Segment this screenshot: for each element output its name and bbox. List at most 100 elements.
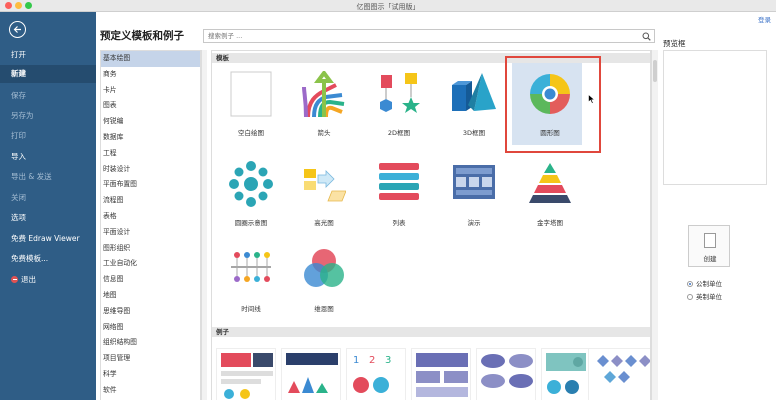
- example-preview-icon: 1 2 3: [353, 355, 391, 393]
- menu-new[interactable]: 新建: [0, 65, 96, 83]
- 3d-block-icon: [452, 73, 496, 111]
- title-bar: 亿图图示「试用版」: [0, 0, 776, 12]
- template-timeline[interactable]: 时间线: [223, 247, 279, 317]
- example-thumbnail[interactable]: [411, 348, 471, 400]
- example-thumbnail[interactable]: 1 2 3: [346, 348, 406, 400]
- category-item[interactable]: 项目管理: [101, 351, 200, 367]
- category-item[interactable]: 地图: [101, 288, 200, 304]
- svg-text:3: 3: [385, 355, 391, 366]
- highlight-icon: [304, 169, 346, 202]
- template-label: 演示: [467, 219, 481, 227]
- example-thumbnail[interactable]: [588, 348, 650, 400]
- category-item[interactable]: 图形组织: [101, 241, 200, 257]
- unit-imperial-label: 英制单位: [696, 293, 722, 301]
- category-scrollbar[interactable]: [201, 50, 207, 400]
- svg-text:1: 1: [353, 355, 359, 366]
- menu-print[interactable]: 打印: [11, 130, 26, 141]
- category-item[interactable]: 卡片: [101, 83, 200, 99]
- exit-icon: [11, 276, 18, 283]
- category-item[interactable]: 工业自动化: [101, 256, 200, 272]
- gallery-scrollbar[interactable]: [651, 50, 658, 400]
- category-item[interactable]: 流程图: [101, 193, 200, 209]
- category-list: 基本绘图 商务 卡片 图表 何锐编 数据库 工程 时装设计 平面布置图 流程图 …: [100, 50, 201, 400]
- category-item[interactable]: 基本绘图: [101, 51, 200, 67]
- example-preview-icon: [416, 353, 468, 397]
- category-item[interactable]: 数据库: [101, 130, 200, 146]
- example-thumbnail[interactable]: [216, 348, 276, 400]
- page-title: 预定义模板和例子: [100, 30, 184, 42]
- example-thumbnail[interactable]: [281, 348, 341, 400]
- category-item[interactable]: 何锐编: [101, 114, 200, 130]
- preview-label: 预览框: [663, 39, 686, 48]
- template-label: 列表: [392, 219, 406, 227]
- category-item[interactable]: 组织结构图: [101, 335, 200, 351]
- search-input[interactable]: [204, 30, 634, 42]
- scroll-thumb[interactable]: [653, 60, 657, 82]
- mouse-cursor-icon: [588, 94, 595, 104]
- preview-panel: [663, 50, 767, 185]
- arrows-icon: [302, 71, 345, 117]
- blank-drawing-icon: [230, 71, 272, 117]
- template-presentation[interactable]: 演示: [446, 161, 502, 231]
- category-item[interactable]: 软件: [101, 383, 200, 399]
- category-item[interactable]: 网络图: [101, 320, 200, 336]
- selected-template-highlight: [505, 56, 601, 153]
- menu-options[interactable]: 选项: [11, 212, 26, 223]
- category-item[interactable]: 工程: [101, 146, 200, 162]
- section-examples: 例子: [212, 327, 650, 337]
- category-item[interactable]: 商务: [101, 67, 200, 83]
- radio-selected-icon[interactable]: [687, 281, 693, 287]
- list-icon: [379, 163, 419, 200]
- category-item[interactable]: 表格: [101, 209, 200, 225]
- template-blank[interactable]: 空白绘图: [223, 71, 279, 141]
- svg-text:2: 2: [369, 355, 375, 366]
- unit-metric-label: 公制单位: [696, 280, 722, 288]
- example-preview-icon: [481, 354, 533, 388]
- unit-metric-option[interactable]: 公制单位: [687, 278, 722, 288]
- unit-imperial-option[interactable]: 英制单位: [687, 291, 722, 301]
- login-link[interactable]: 登录: [758, 14, 771, 24]
- category-item[interactable]: 时装设计: [101, 162, 200, 178]
- radio-icon[interactable]: [687, 294, 693, 300]
- template-label: 2D框图: [387, 129, 411, 137]
- template-venn[interactable]: 维恩图: [296, 247, 352, 317]
- template-circle-diagram[interactable]: 圆圈示意图: [223, 161, 279, 231]
- template-3d-block[interactable]: 3D框图: [446, 71, 502, 141]
- template-2d-block[interactable]: 2D框图: [371, 71, 427, 141]
- template-list[interactable]: 列表: [371, 161, 427, 231]
- search-icon[interactable]: [642, 32, 651, 41]
- template-label: 金字塔图: [537, 219, 563, 227]
- menu-close[interactable]: 关闭: [11, 192, 26, 203]
- create-button[interactable]: 创建: [688, 225, 730, 267]
- template-label: 3D框图: [462, 129, 486, 137]
- template-label: 维恩图: [314, 305, 334, 313]
- category-item[interactable]: 思维导图: [101, 304, 200, 320]
- category-item[interactable]: 平面设计: [101, 225, 200, 241]
- pyramid-icon: [529, 163, 571, 203]
- example-thumbnail[interactable]: [476, 348, 536, 400]
- menu-save-as[interactable]: 另存为: [11, 110, 34, 121]
- category-item[interactable]: 平面布置图: [101, 177, 200, 193]
- template-highlight[interactable]: 高光图: [296, 161, 352, 231]
- sidebar: 打开 新建 保存 另存为 打印 导入 导出 & 发送 关闭 选项 免费 Edra…: [0, 12, 96, 400]
- menu-save[interactable]: 保存: [11, 90, 26, 101]
- template-label: 高光图: [314, 219, 334, 227]
- menu-import[interactable]: 导入: [11, 151, 26, 162]
- create-label: 创建: [703, 255, 717, 263]
- category-item[interactable]: 图表: [101, 98, 200, 114]
- circle-diagram-icon: [229, 161, 273, 207]
- template-arrows[interactable]: 箭头: [296, 71, 352, 141]
- back-button[interactable]: [9, 21, 26, 38]
- menu-export-send[interactable]: 导出 & 发送: [11, 171, 52, 182]
- category-item[interactable]: 信息图: [101, 272, 200, 288]
- category-item[interactable]: 科学: [101, 367, 200, 383]
- menu-free-templates[interactable]: 免费模板...: [11, 253, 48, 264]
- example-preview-icon: [221, 353, 273, 399]
- menu-open[interactable]: 打开: [11, 49, 26, 60]
- example-preview-icon: [597, 355, 650, 383]
- template-pyramid[interactable]: 金字塔图: [522, 161, 578, 231]
- 2d-block-icon: [380, 73, 420, 113]
- menu-exit[interactable]: 退出: [11, 274, 36, 285]
- menu-free-edraw-viewer[interactable]: 免费 Edraw Viewer: [11, 233, 80, 244]
- template-label: 空白绘图: [238, 129, 264, 137]
